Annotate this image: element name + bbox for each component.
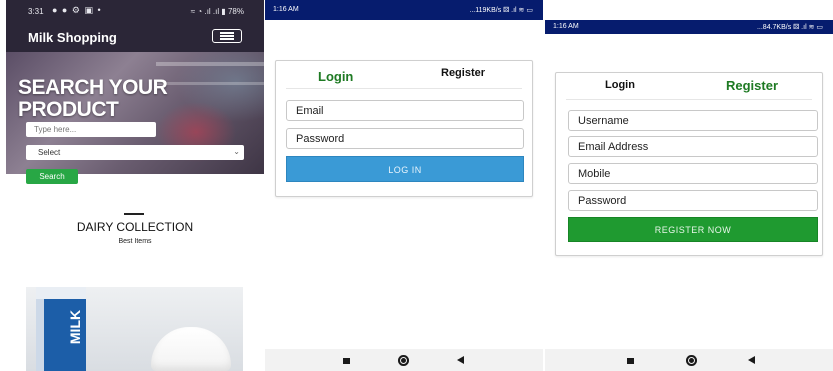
notification-icons: ● ● ⚙ ▣ • bbox=[52, 5, 102, 15]
username-field[interactable]: Username bbox=[568, 110, 818, 131]
milk-glass-image bbox=[151, 327, 231, 371]
tab-divider bbox=[286, 88, 522, 89]
milk-carton-image: MILK bbox=[36, 287, 86, 371]
product-image[interactable]: MILK bbox=[26, 287, 243, 371]
category-select[interactable]: Select ⌄ bbox=[26, 145, 244, 160]
hamburger-menu-icon[interactable] bbox=[212, 29, 242, 43]
home-icon[interactable] bbox=[398, 355, 409, 366]
section-divider bbox=[124, 213, 144, 215]
search-button[interactable]: Search bbox=[26, 169, 78, 184]
section-title: DAIRY COLLECTION bbox=[76, 220, 194, 234]
login-button[interactable]: LOG IN bbox=[286, 156, 524, 182]
login-screen: 1:16 AM ...119KB/s ⚄ .ıl ≋ ▭ Login Regis… bbox=[265, 0, 543, 371]
status-indicators: ≈ ◔ .ıl .ıl ▮ 78% bbox=[190, 7, 244, 16]
status-indicators: ...84.7KB/s ⚄ .ıl ≋ ▭ bbox=[756, 24, 823, 31]
status-bar: 1:16 AM ...119KB/s ⚄ .ıl ≋ ▭ bbox=[265, 0, 543, 20]
search-input[interactable] bbox=[26, 122, 156, 137]
status-time: 3:31 bbox=[28, 7, 44, 16]
back-icon[interactable] bbox=[457, 356, 464, 364]
back-icon[interactable] bbox=[748, 356, 755, 364]
section-subtitle: Best Items bbox=[118, 238, 152, 245]
chevron-down-icon: ⌄ bbox=[233, 147, 240, 156]
recent-apps-icon[interactable] bbox=[343, 358, 350, 364]
tab-register[interactable]: Register bbox=[441, 67, 485, 79]
brand-title: Milk Shopping bbox=[28, 30, 117, 45]
system-nav-bar bbox=[265, 349, 543, 371]
top-margin bbox=[545, 0, 833, 20]
background-shelf bbox=[156, 62, 264, 66]
carton-top bbox=[36, 287, 86, 299]
tab-register[interactable]: Register bbox=[726, 78, 778, 93]
mobile-field[interactable]: Mobile bbox=[568, 163, 818, 184]
system-nav-bar bbox=[545, 349, 833, 371]
hero-title: SEARCH YOUR PRODUCT bbox=[18, 76, 168, 121]
password-field[interactable]: Password bbox=[286, 128, 524, 149]
navbar: Milk Shopping bbox=[6, 22, 264, 52]
tab-divider bbox=[566, 99, 812, 100]
shopping-home-screen: 3:31 ● ● ⚙ ▣ • ≈ ◔ .ıl .ıl ▮ 78% Milk Sh… bbox=[6, 0, 264, 371]
select-value: Select bbox=[38, 148, 61, 157]
register-button[interactable]: REGISTER NOW bbox=[568, 217, 818, 242]
password-field[interactable]: Password bbox=[568, 190, 818, 211]
carton-label: MILK bbox=[67, 309, 84, 345]
status-time: 1:16 AM bbox=[273, 6, 299, 13]
home-icon[interactable] bbox=[686, 355, 697, 366]
tab-login[interactable]: Login bbox=[318, 69, 353, 84]
tab-login[interactable]: Login bbox=[605, 79, 635, 91]
status-indicators: ...119KB/s ⚄ .ıl ≋ ▭ bbox=[469, 7, 533, 14]
recent-apps-icon[interactable] bbox=[627, 358, 634, 364]
status-time: 1:16 AM bbox=[553, 23, 579, 30]
register-screen: 1:16 AM ...84.7KB/s ⚄ .ıl ≋ ▭ Login Regi… bbox=[545, 0, 833, 371]
status-bar: 3:31 ● ● ⚙ ▣ • ≈ ◔ .ıl .ıl ▮ 78% bbox=[6, 0, 264, 22]
email-field[interactable]: Email bbox=[286, 100, 524, 121]
email-address-field[interactable]: Email Address bbox=[568, 136, 818, 157]
status-bar: 1:16 AM ...84.7KB/s ⚄ .ıl ≋ ▭ bbox=[545, 20, 833, 34]
login-card: Login Register Email Password LOG IN bbox=[275, 60, 533, 197]
register-card: Login Register Username Email Address Mo… bbox=[555, 72, 823, 256]
